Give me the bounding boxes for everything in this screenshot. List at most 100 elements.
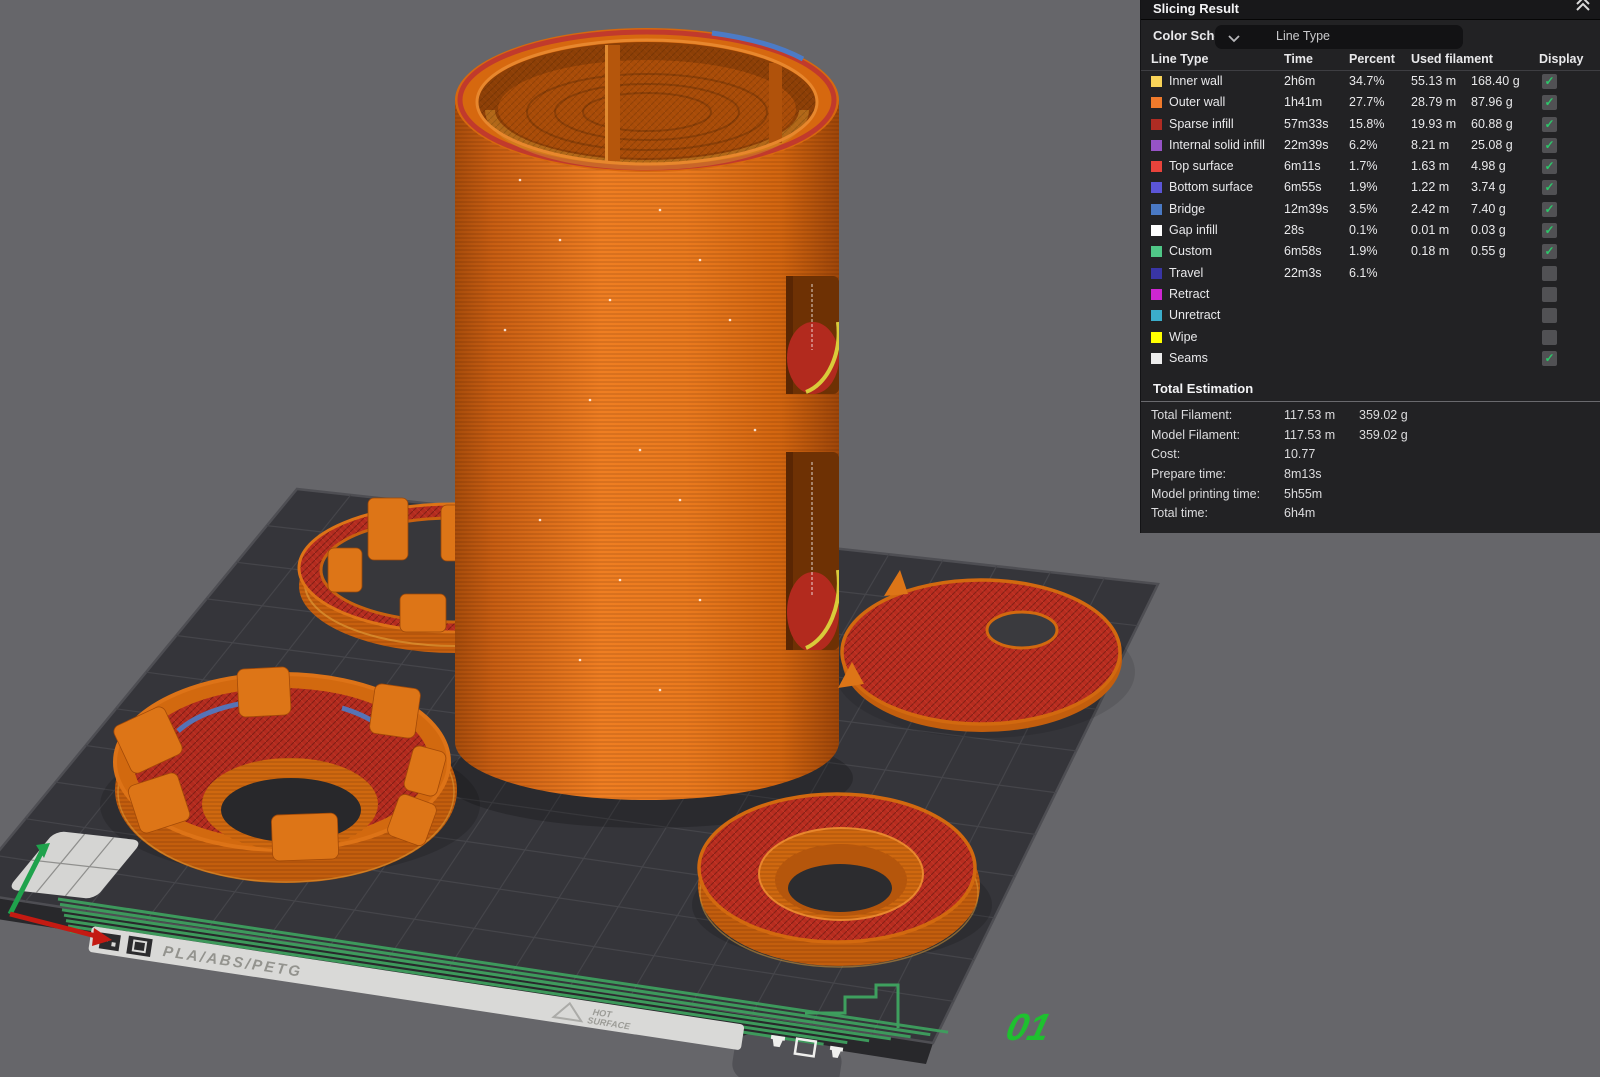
line-type-row: Retract	[1141, 284, 1600, 305]
line-type-length: 1.22 m	[1411, 180, 1450, 195]
line-type-color-swatch	[1151, 267, 1162, 279]
total-row: Prepare time: 8m13s	[1141, 465, 1600, 485]
display-checkbox[interactable]: ✓	[1542, 180, 1557, 196]
display-checkbox[interactable]: ✓	[1542, 350, 1557, 366]
line-type-table-header: Line Type Time Percent Used filament Dis…	[1141, 52, 1600, 71]
line-type-time: 22m3s	[1284, 265, 1322, 280]
chevron-down-icon	[1228, 35, 1240, 43]
header-percent: Percent	[1349, 52, 1395, 66]
line-type-label: Top surface	[1169, 159, 1234, 174]
line-type-time: 22m39s	[1284, 137, 1329, 152]
display-checkbox[interactable]	[1542, 286, 1557, 302]
total-estimation-table: Total Filament: 117.53 m 359.02 g Model Fil…	[1141, 406, 1600, 524]
line-type-length: 55.13 m	[1411, 74, 1457, 88]
slicing-result-panel: Slicing Result Color Scheme Line Type Li…	[1140, 0, 1600, 533]
cylinder-rib	[769, 63, 782, 143]
line-type-weight: 25.08 g	[1471, 137, 1513, 152]
line-type-weight: 7.40 g	[1471, 201, 1506, 216]
total-value-length: 117.53 m	[1284, 408, 1336, 423]
line-type-color-swatch	[1151, 97, 1162, 109]
display-checkbox[interactable]: ✓	[1542, 201, 1557, 217]
display-checkbox[interactable]: ✓	[1542, 95, 1557, 111]
line-type-color-swatch	[1151, 76, 1162, 87]
header-used-filament: Used filament	[1411, 52, 1493, 66]
total-label: Total time:	[1151, 506, 1208, 521]
total-value-length: 5h55m	[1284, 486, 1323, 501]
line-type-label: Wipe	[1169, 329, 1198, 344]
line-type-color-swatch	[1151, 331, 1162, 343]
line-type-color-swatch	[1151, 161, 1162, 173]
line-type-label: Bridge	[1169, 201, 1206, 216]
line-type-color-swatch	[1151, 352, 1162, 364]
line-type-weight: 87.96 g	[1471, 95, 1513, 110]
total-value-weight: 359.02 g	[1359, 427, 1408, 442]
cylinder-slot-lower	[786, 452, 839, 650]
line-type-time: 6m58s	[1284, 244, 1322, 259]
display-checkbox[interactable]: ✓	[1542, 137, 1557, 153]
line-type-row: Wipe	[1141, 327, 1600, 348]
line-type-time: 6m55s	[1284, 180, 1322, 195]
panel-title: Slicing Result	[1153, 1, 1239, 16]
total-label: Model Filament:	[1151, 427, 1240, 442]
display-checkbox[interactable]: ✓	[1542, 74, 1557, 89]
line-type-color-swatch	[1151, 225, 1162, 237]
line-type-weight: 0.55 g	[1471, 244, 1506, 259]
line-type-label: Custom	[1169, 244, 1213, 259]
line-type-row: Sparse infill 57m33s 15.8% 19.93 m 60.88 g ✓	[1141, 114, 1600, 135]
line-type-percent: 6.2%	[1349, 137, 1378, 152]
header-line-type: Line Type	[1151, 52, 1209, 66]
line-type-color-swatch	[1151, 139, 1162, 151]
display-checkbox[interactable]	[1542, 265, 1557, 281]
chevrons-up-icon[interactable]	[1574, 0, 1592, 12]
line-type-row: Unretract	[1141, 305, 1600, 326]
display-checkbox[interactable]	[1542, 308, 1557, 324]
total-value-length: 10.77	[1284, 447, 1316, 462]
display-checkbox[interactable]	[1542, 329, 1557, 345]
line-type-percent: 27.7%	[1349, 95, 1385, 110]
total-estimation-title: Total Estimation	[1153, 381, 1254, 397]
line-type-label: Unretract	[1169, 308, 1221, 323]
line-type-color-swatch	[1151, 182, 1162, 194]
total-label: Prepare time:	[1151, 466, 1227, 481]
line-type-row: Outer wall 1h41m 27.7% 28.79 m 87.96 g ✓	[1141, 92, 1600, 113]
line-type-time: 6m11s	[1284, 159, 1321, 174]
line-type-length: 8.21 m	[1411, 137, 1450, 152]
line-type-weight: 0.03 g	[1471, 223, 1506, 238]
model-large-ring[interactable]	[112, 666, 457, 883]
line-type-percent: 1.7%	[1349, 159, 1378, 174]
line-type-weight: 168.40 g	[1471, 74, 1520, 88]
line-type-label: Seams	[1169, 350, 1208, 365]
line-type-percent: 1.9%	[1349, 180, 1378, 195]
cylinder-slot-upper	[786, 276, 839, 394]
header-time: Time	[1284, 52, 1313, 66]
line-type-label: Sparse infill	[1169, 116, 1234, 131]
display-checkbox[interactable]: ✓	[1542, 223, 1557, 239]
total-row: Cost: 10.77	[1141, 445, 1600, 465]
line-type-percent: 3.5%	[1349, 201, 1378, 216]
line-type-length: 19.93 m	[1411, 116, 1457, 131]
line-type-time: 28s	[1284, 223, 1305, 238]
display-checkbox[interactable]: ✓	[1542, 159, 1557, 175]
line-type-table: Inner wall 2h6m 34.7% 55.13 m 168.40 g ✓ Outer…	[1141, 71, 1600, 369]
model-cylinder[interactable]	[455, 28, 839, 800]
line-type-time: 1h41m	[1284, 95, 1323, 110]
display-checkbox[interactable]: ✓	[1542, 244, 1557, 260]
total-row: Total time: 6h4m	[1141, 504, 1600, 524]
display-checkbox[interactable]: ✓	[1542, 116, 1557, 132]
line-type-label: Travel	[1169, 265, 1204, 280]
model-donut[interactable]	[697, 792, 980, 968]
color-scheme-dropdown[interactable]: Line Type	[1215, 25, 1463, 49]
line-type-label: Outer wall	[1169, 95, 1226, 110]
line-type-row: Bridge 12m39s 3.5% 2.42 m 7.40 g ✓	[1141, 199, 1600, 220]
line-type-color-swatch	[1151, 310, 1162, 322]
line-type-label: Bottom surface	[1169, 180, 1254, 195]
line-type-row: Internal solid infill 22m39s 6.2% 8.21 m 25.…	[1141, 135, 1600, 156]
total-row: Model Filament: 117.53 m 359.02 g	[1141, 426, 1600, 446]
line-type-length: 0.01 m	[1411, 223, 1450, 238]
line-type-percent: 15.8%	[1349, 116, 1385, 131]
line-type-length: 2.42 m	[1411, 201, 1450, 216]
line-type-row: Custom 6m58s 1.9% 0.18 m 0.55 g ✓	[1141, 241, 1600, 262]
line-type-color-swatch	[1151, 118, 1162, 130]
line-type-time: 57m33s	[1284, 116, 1329, 131]
divider	[1141, 401, 1600, 403]
